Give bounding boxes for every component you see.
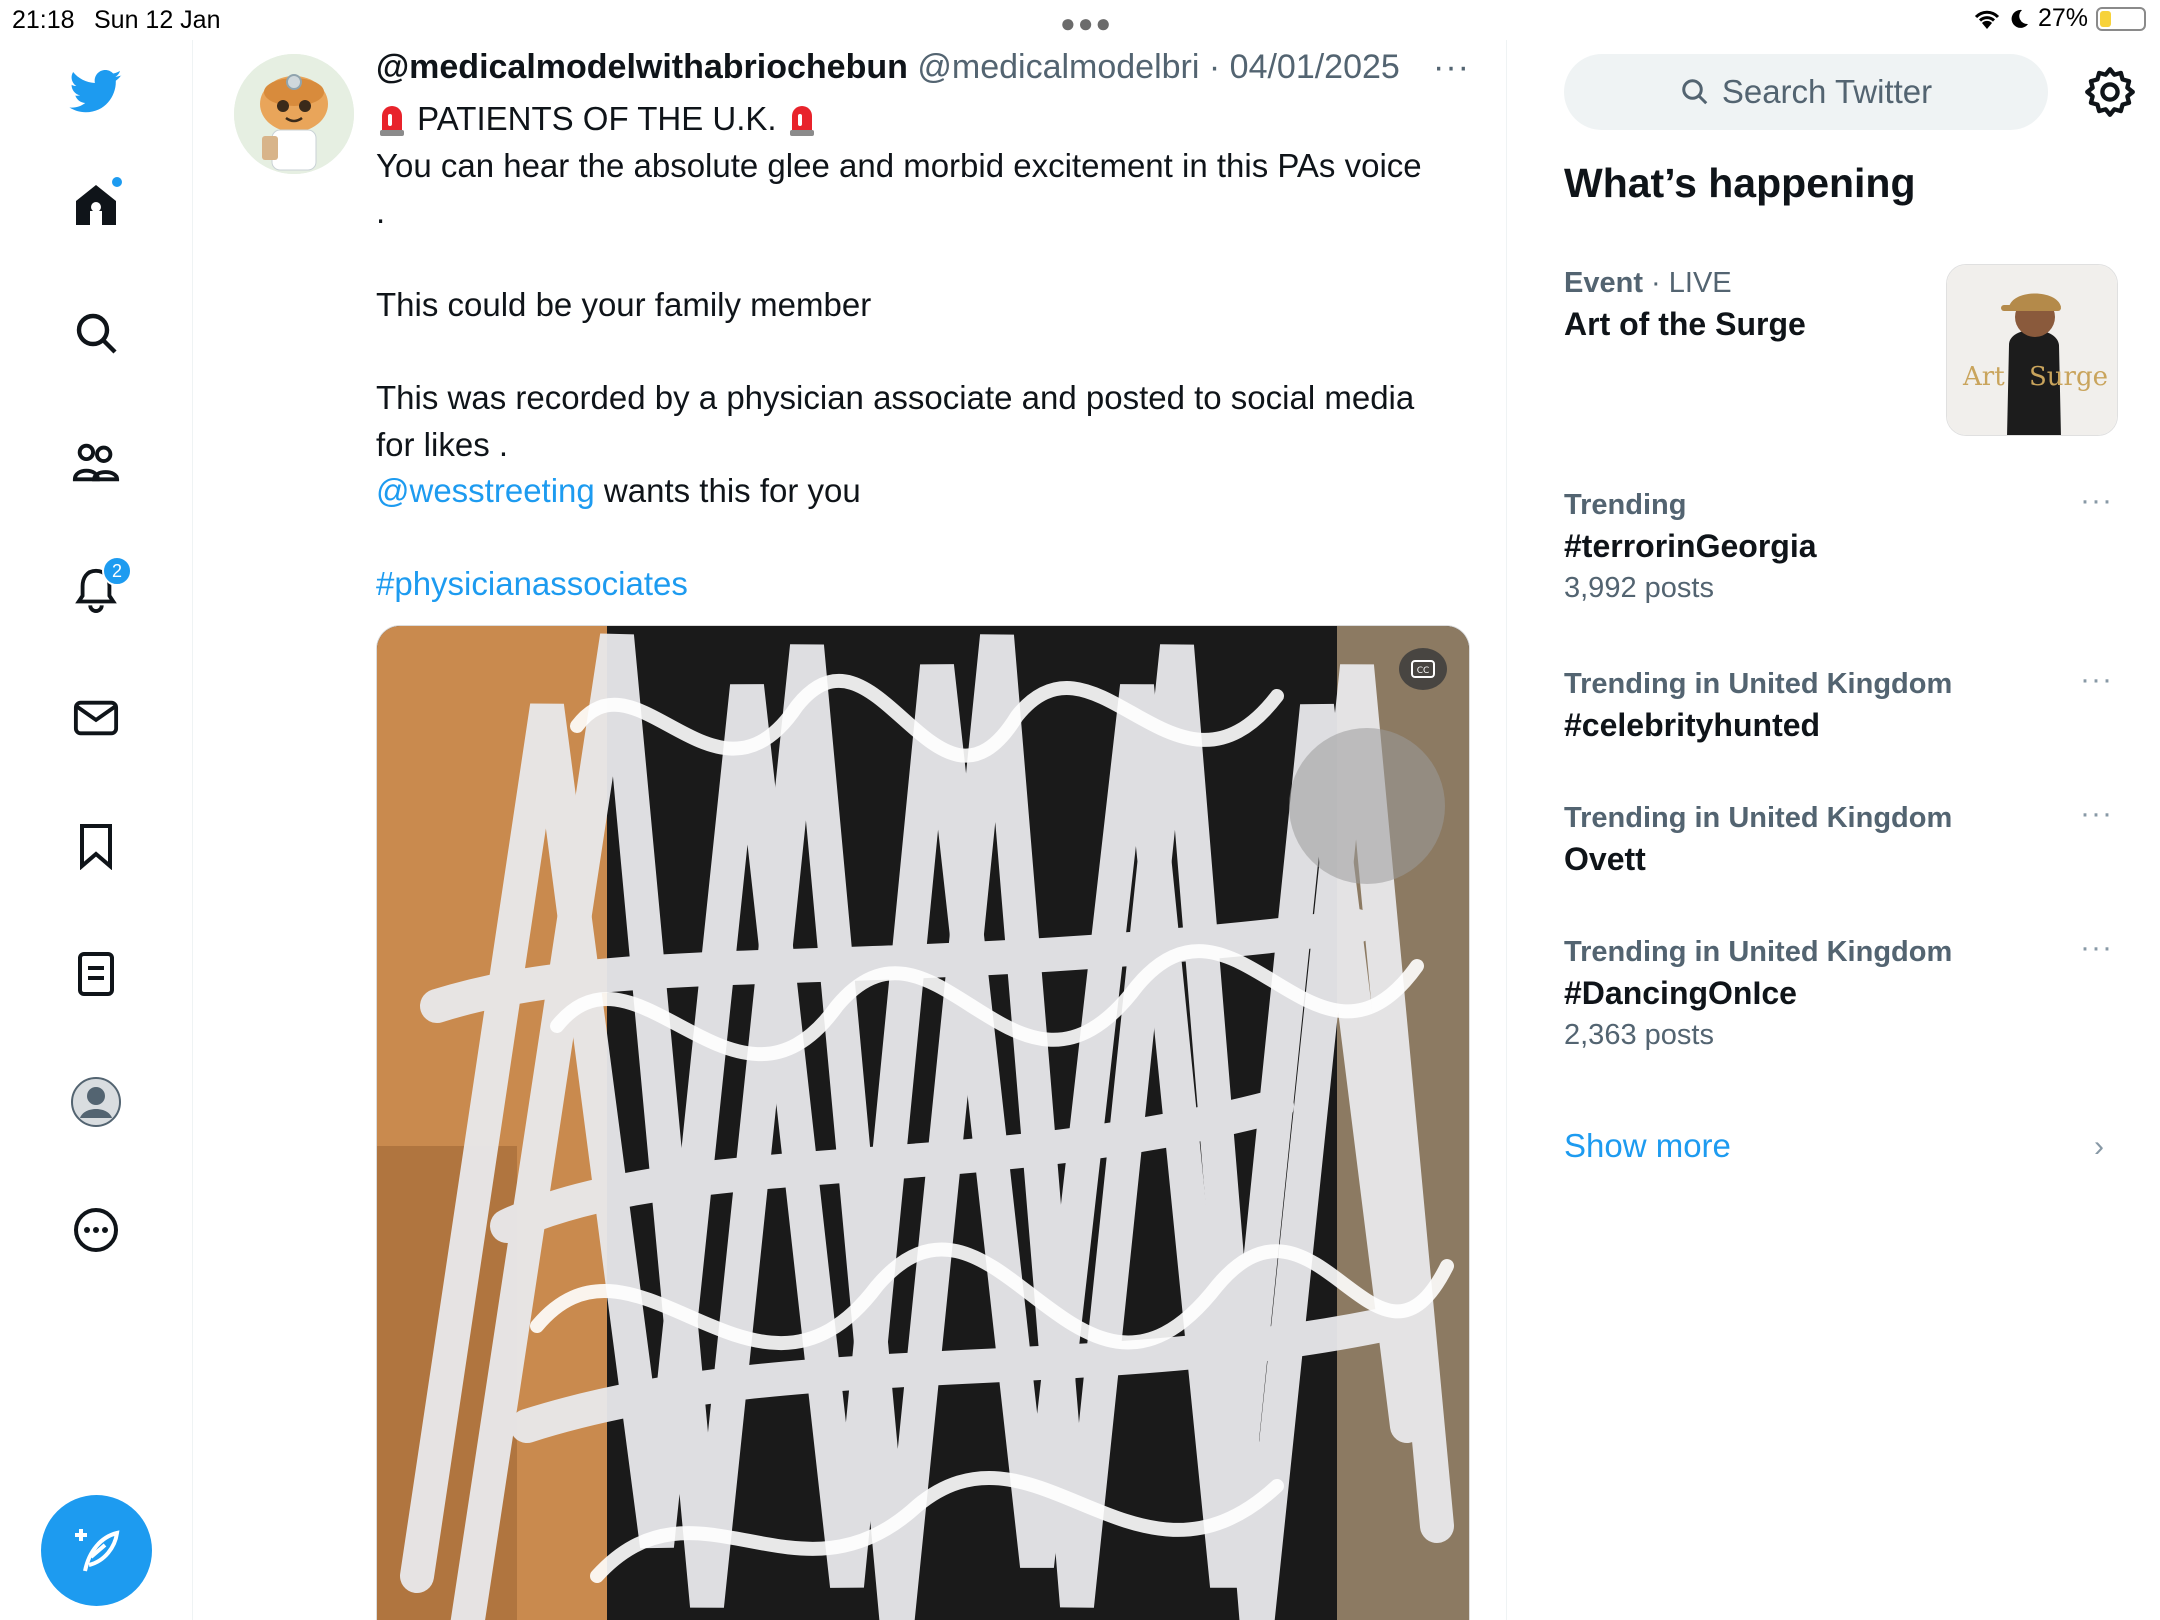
event-category: Event bbox=[1564, 267, 1643, 299]
trend-count: 2,363 posts bbox=[1564, 1019, 1714, 1051]
right-sidebar: Search Twitter What’s happening Event · … bbox=[1508, 40, 2160, 1620]
header-separator: · bbox=[1208, 48, 1221, 86]
battery-fill bbox=[2100, 10, 2111, 27]
chevron-right-icon: › bbox=[2094, 1130, 2104, 1163]
tweet-body: PATIENTS OF THE U.K. You can hear the ab… bbox=[376, 96, 1486, 608]
battery-percent: 27% bbox=[2037, 4, 2088, 32]
compose-feather-icon bbox=[74, 1528, 119, 1571]
left-nav: 2 bbox=[0, 40, 193, 1620]
mention-link[interactable]: @wesstreeting bbox=[376, 472, 595, 509]
trend-meta: Trending bbox=[1564, 489, 1687, 521]
author-display-name[interactable]: @medicalmodelwithabriochebun bbox=[376, 48, 908, 86]
wifi-icon bbox=[1974, 10, 2000, 29]
tweet-date[interactable]: 04/01/2025 bbox=[1230, 48, 1400, 86]
trend-item[interactable]: Trending in United Kingdom #DancingOnIce… bbox=[1564, 933, 2124, 1055]
status-time: 21:18 bbox=[12, 6, 75, 34]
bookmarks-icon[interactable] bbox=[66, 816, 126, 876]
siren-emoji-icon bbox=[789, 106, 814, 136]
tweet-more-options-icon[interactable]: ··· bbox=[1433, 48, 1470, 87]
trend-item[interactable]: Trending in United Kingdom Ovett bbox=[1564, 799, 2124, 881]
show-more-link[interactable]: Show more bbox=[1564, 1127, 1731, 1165]
twitter-logo-icon[interactable] bbox=[66, 62, 126, 122]
event-thumb-text-1: Art bbox=[1962, 362, 2005, 392]
compose-tweet-button[interactable] bbox=[41, 1495, 152, 1606]
search-icon bbox=[1682, 79, 1708, 105]
tweet-line-1-text: PATIENTS OF THE U.K. bbox=[417, 100, 777, 137]
whats-happening-heading: What’s happening bbox=[1564, 160, 1916, 206]
trend-more-icon[interactable]: ··· bbox=[2080, 663, 2113, 697]
svg-text:CC: CC bbox=[1417, 666, 1430, 676]
siren-emoji-icon bbox=[380, 106, 404, 136]
trend-item[interactable]: Trending #terrorinGeorgia 3,992 posts bbox=[1564, 486, 2124, 608]
settings-gear-icon[interactable] bbox=[2084, 66, 2136, 118]
trend-title: Ovett bbox=[1564, 841, 1646, 877]
profile-icon[interactable] bbox=[66, 1072, 126, 1132]
more-options-icon[interactable] bbox=[66, 1200, 126, 1260]
author-avatar[interactable] bbox=[234, 54, 354, 174]
event-thumbnail-art: Art Surge bbox=[1947, 265, 2117, 435]
trend-meta: Trending in United Kingdom bbox=[1564, 936, 1953, 968]
event-status: LIVE bbox=[1668, 267, 1732, 299]
multitasking-dots-icon[interactable]: ●●● bbox=[1060, 8, 1113, 39]
communities-icon[interactable] bbox=[66, 432, 126, 492]
trend-title: #celebrityhunted bbox=[1564, 707, 1821, 743]
trend-more-icon[interactable]: ··· bbox=[2080, 797, 2113, 831]
event-separator: · bbox=[1642, 267, 1669, 299]
tweet-detail: @medicalmodelwithabriochebun @medicalmod… bbox=[193, 40, 1507, 1620]
trend-count: 3,992 posts bbox=[1564, 572, 1714, 604]
home-icon[interactable] bbox=[66, 175, 126, 235]
event-thumbnail[interactable]: Art Surge bbox=[1946, 264, 2118, 436]
battery-icon bbox=[2096, 6, 2146, 31]
tweet-line-5: This was recorded by a physician associa… bbox=[376, 379, 1415, 416]
moon-icon bbox=[2011, 9, 2028, 28]
search-placeholder: Search Twitter bbox=[1721, 73, 1933, 110]
search-bar[interactable]: Search Twitter bbox=[1564, 54, 2048, 130]
trend-meta: Trending in United Kingdom bbox=[1564, 668, 1953, 700]
tweet-header: @medicalmodelwithabriochebun @medicalmod… bbox=[376, 48, 1400, 87]
trend-more-icon[interactable]: ··· bbox=[2080, 931, 2113, 965]
trend-title: #DancingOnIce bbox=[1564, 975, 1797, 1011]
tweet-line-7: @wesstreeting wants this for you bbox=[376, 468, 1486, 515]
event-thumb-text-2: Surge bbox=[2029, 362, 2108, 392]
tweet-line-4: This could be your family member bbox=[376, 286, 872, 323]
author-handle[interactable]: @medicalmodelbri bbox=[917, 48, 1199, 86]
scribbled-video-frame bbox=[377, 626, 1469, 1620]
trend-meta: Trending in United Kingdom bbox=[1564, 802, 1953, 834]
notifications-icon[interactable]: 2 bbox=[66, 556, 132, 620]
search-icon[interactable] bbox=[66, 303, 126, 363]
messages-icon[interactable] bbox=[66, 688, 126, 748]
status-right: 27% bbox=[1972, 4, 2146, 33]
notifications-badge: 2 bbox=[102, 556, 132, 586]
cc-icon: CC bbox=[1411, 660, 1435, 678]
home-dot-badge bbox=[110, 175, 124, 189]
tweet-video-media[interactable]: CC bbox=[376, 625, 1470, 1620]
closed-captions-button[interactable]: CC bbox=[1399, 648, 1447, 690]
status-date: Sun 12 Jan bbox=[94, 6, 221, 34]
tweet-line-3: . bbox=[376, 193, 386, 230]
tweet-line-7-text: wants this for you bbox=[594, 472, 861, 509]
trend-item[interactable]: Trending in United Kingdom #celebrityhun… bbox=[1564, 665, 2124, 747]
tweet-line-1: PATIENTS OF THE U.K. bbox=[376, 96, 1486, 143]
trend-more-icon[interactable]: ··· bbox=[2080, 484, 2113, 518]
tweet-line-2: You can hear the absolute glee and morbi… bbox=[376, 146, 1422, 184]
trend-title: #terrorinGeorgia bbox=[1564, 528, 1817, 564]
tweet-line-6: for likes . bbox=[376, 425, 509, 463]
tweet-line-8: #physicianassociates bbox=[376, 561, 1486, 608]
hashtag-link[interactable]: #physicianassociates bbox=[376, 565, 688, 602]
lists-icon[interactable] bbox=[66, 944, 126, 1004]
status-bar: 21:18 Sun 12 Jan ●●● 27% bbox=[0, 0, 2160, 40]
